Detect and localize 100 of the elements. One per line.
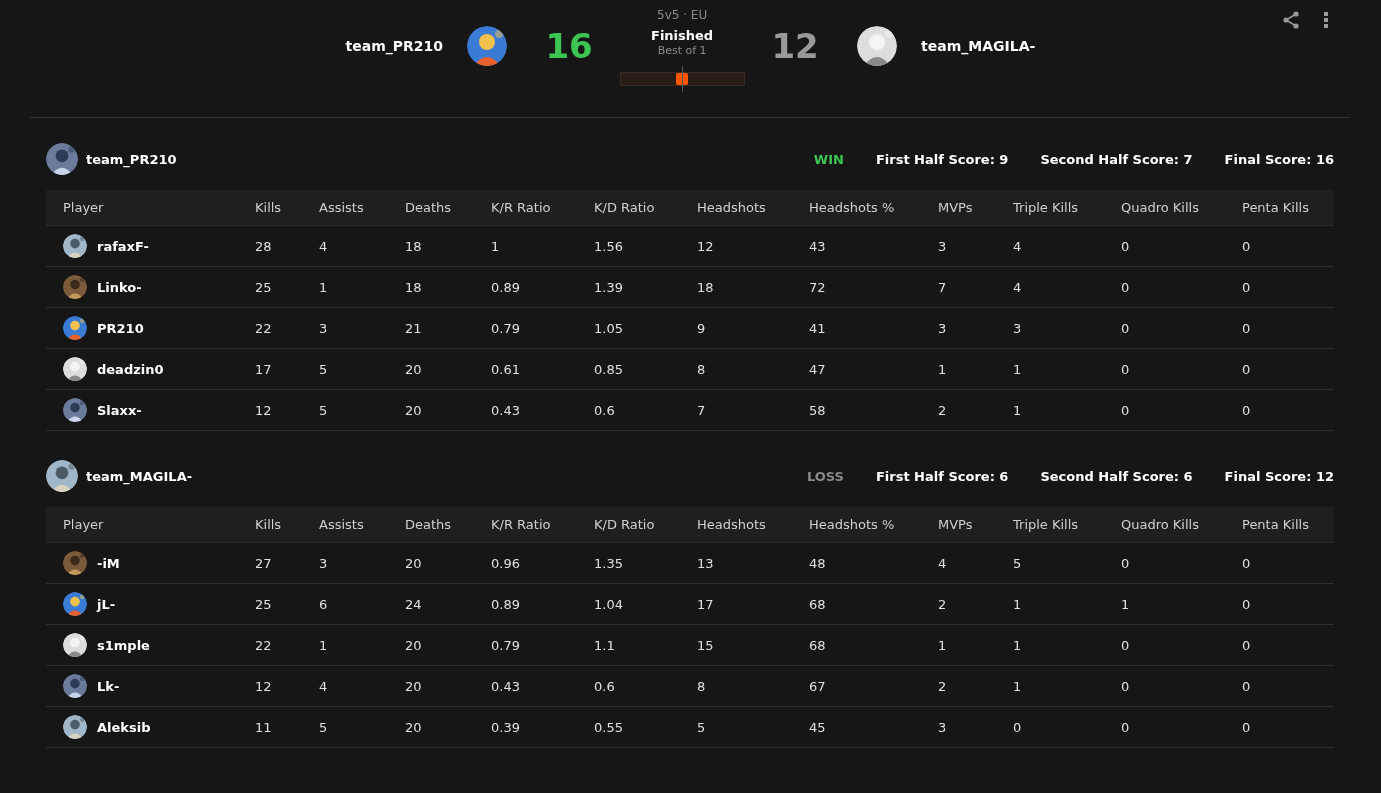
table-cell-text: 24 — [405, 596, 423, 612]
table-cell-text: 5 — [1013, 555, 1023, 571]
player-name[interactable]: Aleksib — [97, 719, 151, 735]
table-cell-text: 67 — [809, 678, 827, 694]
column-header: Kills — [255, 517, 283, 532]
table-cell-text: 18 — [405, 279, 423, 295]
table-cell-text: 0 — [1242, 678, 1252, 694]
player-name[interactable]: jL- — [97, 596, 116, 612]
table-cell-text: 1.35 — [594, 555, 624, 571]
table-cell-text: 0.43 — [491, 678, 521, 694]
half-score: Second Half Score: 7 — [1040, 151, 1193, 167]
table-cell-text: 17 — [255, 361, 273, 377]
table-cell-text: 5 — [319, 402, 329, 418]
table-cell-text: 27 — [255, 555, 273, 571]
table-cell-text: 20 — [405, 678, 423, 694]
more-icon[interactable] — [1323, 11, 1329, 29]
column-header: K/D Ratio — [594, 517, 656, 532]
table-cell-text: 0 — [1242, 320, 1252, 336]
table-cell-text: 0 — [1242, 596, 1252, 612]
half-score: First Half Score: 9 — [875, 151, 1009, 167]
table-cell-text: 4 — [319, 238, 329, 254]
team-name[interactable]: team_MAGILA- — [86, 468, 193, 484]
table-cell-text: 0.39 — [491, 719, 521, 735]
table-cell-text: 0 — [1242, 402, 1252, 418]
player-name[interactable]: s1mple — [97, 637, 150, 653]
table-cell-text: 0 — [1121, 361, 1131, 377]
player-name[interactable]: Lk- — [97, 678, 120, 694]
table-cell-text: 2 — [938, 596, 948, 612]
table-cell-text: 20 — [405, 402, 423, 418]
table-cell-text: 0.89 — [491, 279, 521, 295]
table-cell-text: 20 — [405, 719, 423, 735]
table-cell-text: 20 — [405, 361, 423, 377]
table-cell-text: 58 — [809, 402, 827, 418]
table-cell-text: 1 — [1013, 678, 1023, 694]
table-cell-text: 22 — [255, 320, 273, 336]
score: 16 — [544, 26, 594, 66]
table-cell-text: 25 — [255, 279, 273, 295]
column-header: Quadro Kills — [1121, 517, 1200, 532]
table-cell-text: 0 — [1121, 402, 1131, 418]
team-name[interactable]: team_PR210 — [86, 151, 177, 167]
table-cell-text: 41 — [809, 320, 827, 336]
table-cell-text: 11 — [255, 719, 273, 735]
table-cell-text: 0 — [1121, 238, 1131, 254]
half-score: Final Score: 16 — [1224, 151, 1334, 167]
column-header: K/D Ratio — [594, 200, 656, 215]
table-cell-text: 12 — [255, 402, 273, 418]
table-cell-text: 0 — [1242, 279, 1252, 295]
table-cell-text: 3 — [319, 555, 329, 571]
table-cell-text: 5 — [319, 719, 329, 735]
column-header: K/R Ratio — [491, 200, 552, 215]
player-name[interactable]: deadzin0 — [97, 361, 164, 377]
table-cell-text: 7 — [938, 279, 948, 295]
table-cell-text: 0 — [1121, 637, 1131, 653]
team-name[interactable]: team_PR210 — [345, 38, 444, 54]
column-header: Headshots — [697, 200, 767, 215]
column-header: K/R Ratio — [491, 517, 552, 532]
table-cell-text: 1 — [1013, 361, 1023, 377]
table-cell-text: 15 — [697, 637, 715, 653]
table-cell-text: 47 — [809, 361, 827, 377]
player-name[interactable]: Slaxx- — [97, 402, 142, 418]
table-cell-text: 4 — [319, 678, 329, 694]
timeline-marker — [681, 66, 683, 92]
table-cell-text: 18 — [405, 238, 423, 254]
table-cell-text: 2 — [938, 402, 948, 418]
table-cell-text: 3 — [319, 320, 329, 336]
table-cell-text: 1 — [1013, 596, 1023, 612]
table-cell-text: 1 — [1121, 596, 1131, 612]
table-cell-text: 0 — [1242, 238, 1252, 254]
table-cell-text: 0 — [1013, 719, 1023, 735]
table-cell-text: 12 — [697, 238, 715, 254]
player-name[interactable]: PR210 — [97, 320, 144, 336]
table-cell-text: 68 — [809, 596, 827, 612]
table-cell-text: 9 — [697, 320, 707, 336]
table-cell-text: 1.1 — [594, 637, 616, 653]
table-cell-text: 0 — [1242, 719, 1252, 735]
half-score: First Half Score: 6 — [875, 468, 1009, 484]
table-cell-text: 4 — [1013, 279, 1023, 295]
table-cell-text: 4 — [938, 555, 948, 571]
table-cell-text: 1 — [938, 637, 948, 653]
table-cell-text: 2 — [938, 678, 948, 694]
share-icon[interactable] — [1281, 10, 1301, 30]
column-header: Kills — [255, 200, 283, 215]
player-name[interactable]: Linko- — [97, 279, 142, 295]
table-cell-text: 5 — [697, 719, 707, 735]
match-result: WIN — [813, 151, 844, 167]
table-cell-text: 0 — [1242, 637, 1252, 653]
table-cell-text: 5 — [319, 361, 329, 377]
player-name[interactable]: rafaxF- — [97, 238, 149, 254]
match-result: LOSS — [806, 468, 844, 484]
table-cell-text: 17 — [697, 596, 715, 612]
table-cell-text: 1 — [1013, 402, 1023, 418]
table-cell-text: 21 — [405, 320, 423, 336]
score: 12 — [770, 26, 820, 66]
table-cell-text: 3 — [1013, 320, 1023, 336]
table-cell-text: 72 — [809, 279, 827, 295]
table-cell-text: 1 — [319, 279, 329, 295]
team-name[interactable]: team_MAGILA- — [921, 38, 1036, 54]
column-header: Triple Kills — [1013, 517, 1080, 532]
table-cell-text: 1 — [938, 361, 948, 377]
player-name[interactable]: -iM — [97, 555, 120, 571]
